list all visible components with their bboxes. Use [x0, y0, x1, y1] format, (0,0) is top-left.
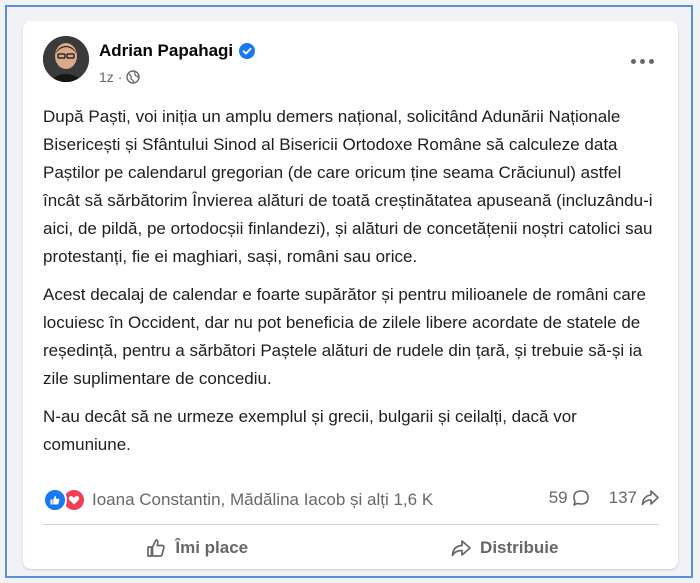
post-body: După Paști, voi iniția un amplu demers n…: [43, 103, 655, 469]
like-button[interactable]: Îmi place: [43, 529, 351, 567]
comments-count[interactable]: 59: [549, 488, 591, 508]
share-icon: [641, 490, 659, 506]
post-paragraph: N-au decât să ne urmeze exemplul și grec…: [43, 407, 577, 454]
reaction-icons: [43, 488, 86, 512]
like-reaction-icon: [43, 488, 67, 512]
shares-count-value: 137: [608, 488, 637, 507]
author-avatar[interactable]: [43, 36, 89, 82]
share-icon: [451, 540, 471, 557]
verified-badge-icon: [239, 43, 256, 59]
thumbs-up-icon: [147, 539, 166, 557]
more-dot-icon: [648, 58, 654, 64]
screenshot-frame: Adrian Papahagi 1z · După Paști, voi ini…: [5, 5, 693, 578]
more-options-button[interactable]: [624, 43, 660, 79]
author-name[interactable]: Adrian Papahagi: [99, 41, 233, 61]
share-button[interactable]: Distribuie: [351, 529, 659, 567]
globe-icon[interactable]: [126, 70, 141, 84]
comments-count-value: 59: [548, 488, 568, 507]
shares-count[interactable]: 137: [609, 488, 660, 508]
more-dot-icon: [639, 58, 645, 64]
engagement-counts: 59 137: [531, 488, 660, 508]
actions-divider: [43, 524, 658, 525]
post-timestamp[interactable]: 1z: [99, 69, 114, 85]
reactions-names[interactable]: Ioana Constantin, Mădălina Iacob și alți…: [92, 490, 433, 510]
reactions-summary[interactable]: Ioana Constantin, Mădălina Iacob și alți…: [43, 488, 433, 512]
share-button-label: Distribuie: [480, 538, 559, 557]
post-paragraph: Acest decalaj de calendar e foarte supăr…: [43, 285, 646, 388]
author-line: Adrian Papahagi: [99, 41, 256, 61]
post-header: Adrian Papahagi 1z ·: [23, 21, 678, 101]
meta-separator: ·: [117, 69, 123, 85]
like-button-label: Îmi place: [175, 538, 249, 557]
post-meta: 1z ·: [99, 69, 141, 85]
post-actions: Îmi place Distribuie: [43, 529, 658, 567]
more-dot-icon: [630, 58, 636, 64]
post-card: Adrian Papahagi 1z · După Paști, voi ini…: [23, 21, 678, 569]
post-paragraph: După Paști, voi iniția un amplu demers n…: [43, 107, 653, 266]
comment-icon: [572, 490, 589, 506]
